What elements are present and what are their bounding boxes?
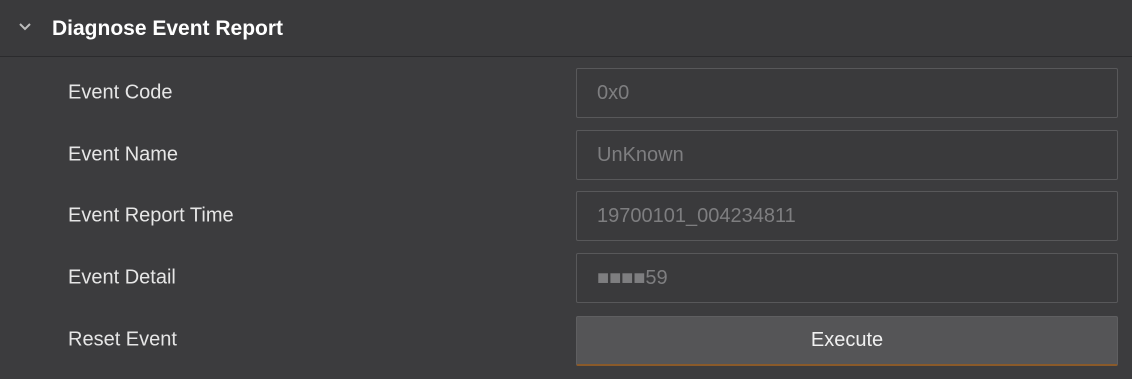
- diagnose-event-report-panel: Diagnose Event Report Event Code 0x0 Eve…: [0, 0, 1132, 379]
- section-title: Diagnose Event Report: [52, 17, 284, 40]
- execute-button[interactable]: Execute: [576, 316, 1118, 366]
- event-report-time-row: Event Report Time 19700101_004234811: [0, 186, 1132, 246]
- reset-event-row: Reset Event Execute: [0, 310, 1132, 370]
- event-code-label: Event Code: [68, 81, 173, 104]
- reset-event-label: Reset Event: [68, 328, 177, 351]
- event-detail-field[interactable]: ■■■■59: [576, 253, 1118, 303]
- event-code-row: Event Code 0x0: [0, 63, 1132, 123]
- event-detail-label: Event Detail: [68, 266, 176, 289]
- event-name-row: Event Name UnKnown: [0, 125, 1132, 185]
- event-detail-row: Event Detail ■■■■59: [0, 248, 1132, 308]
- section-header[interactable]: Diagnose Event Report: [0, 0, 1132, 57]
- chevron-down-icon[interactable]: [18, 22, 32, 32]
- event-name-field[interactable]: UnKnown: [576, 130, 1118, 180]
- event-report-time-label: Event Report Time: [68, 204, 234, 227]
- event-name-label: Event Name: [68, 143, 179, 166]
- event-report-time-field[interactable]: 19700101_004234811: [576, 191, 1118, 241]
- event-code-field[interactable]: 0x0: [576, 68, 1118, 118]
